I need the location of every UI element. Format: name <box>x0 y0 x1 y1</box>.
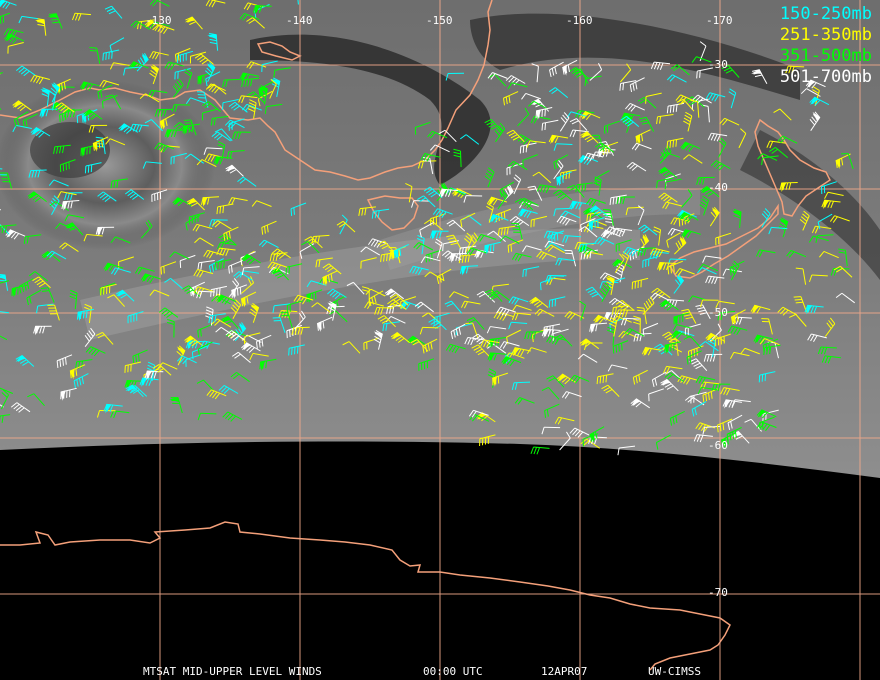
map-canvas <box>0 0 880 680</box>
satellite-wind-map: -130 -140 -150 -160 -170 -30 -40 -50 -60… <box>0 0 880 680</box>
latitude-label: -40 <box>708 181 728 194</box>
cyclone-eye <box>30 122 110 178</box>
longitude-label: -130 <box>145 14 172 27</box>
antarctica-coastline <box>0 521 731 671</box>
latitude-label: -30 <box>708 58 728 71</box>
product-name: MTSAT MID-UPPER LEVEL WINDS <box>143 665 322 678</box>
latitude-label: -70 <box>708 586 728 599</box>
longitude-label: -150 <box>426 14 453 27</box>
product-time: 00:00 UTC <box>423 665 483 678</box>
latitude-label: -50 <box>708 306 728 319</box>
product-footer: MTSAT MID-UPPER LEVEL WINDS 00:00 UTC 12… <box>0 665 880 679</box>
product-source: UW-CIMSS <box>648 665 701 678</box>
product-date: 12APR07 <box>541 665 588 678</box>
legend-item-501-700: 501-700mb <box>779 67 872 87</box>
longitude-label: -140 <box>286 14 313 27</box>
wind-barb <box>530 446 550 455</box>
cyclone-swirl <box>0 80 215 250</box>
legend-item-251-350: 251-350mb <box>779 25 872 45</box>
legend-item-351-500: 351-500mb <box>779 46 872 66</box>
pressure-level-legend: 150-250mb 251-350mb 351-500mb 501-700mb <box>780 4 872 88</box>
legend-item-150-250: 150-250mb <box>779 4 872 24</box>
latitude-label: -60 <box>708 439 728 452</box>
longitude-label: -170 <box>706 14 733 27</box>
longitude-label: -160 <box>566 14 593 27</box>
